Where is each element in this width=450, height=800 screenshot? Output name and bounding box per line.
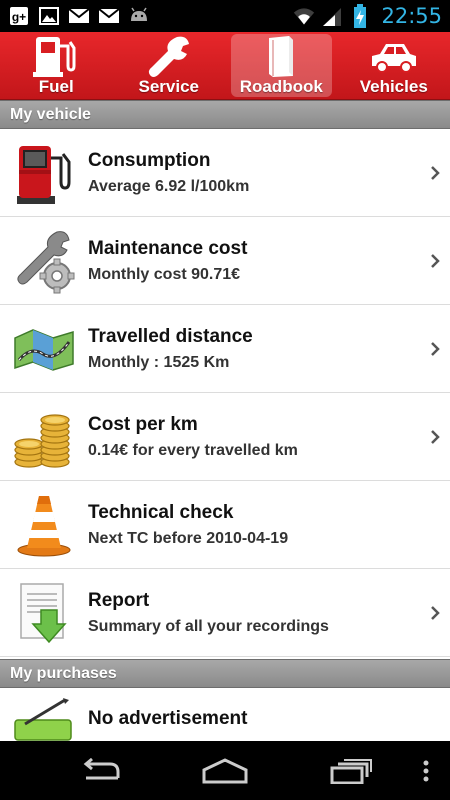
tab-bar: Fuel Service Roadbook Vehicles — [0, 32, 450, 100]
car-icon — [371, 44, 416, 73]
map-icon — [14, 328, 74, 371]
list-item-title: Cost per km — [88, 413, 198, 435]
back-icon[interactable] — [76, 753, 124, 789]
app-screen: g+ 22:55 Fuel Service Roadbook Vehicles … — [0, 0, 450, 800]
tab-vehicles-label: Vehicles — [359, 77, 428, 96]
wifi-icon — [293, 6, 315, 26]
tab-service[interactable]: Service — [113, 32, 226, 99]
list-item-no-advertisement[interactable]: No advertisement — [0, 688, 450, 748]
fuel-pump-icon — [33, 37, 76, 77]
list-item-technical-check[interactable]: Technical check Next TC before 2010-04-1… — [0, 481, 450, 569]
recent-apps-icon[interactable] — [328, 753, 374, 789]
tab-fuel[interactable]: Fuel — [0, 32, 113, 99]
coins-icon — [14, 413, 70, 468]
list-item-consumption[interactable]: Consumption Average 6.92 l/100km — [0, 129, 450, 217]
tab-roadbook-label: Roadbook — [239, 77, 323, 96]
fuel-pump-icon — [17, 145, 71, 204]
wrench-icon — [148, 36, 189, 77]
menu-icon[interactable] — [418, 753, 434, 789]
section-header-my-vehicle: My vehicle — [0, 100, 450, 129]
android-icon — [128, 6, 150, 26]
chevron-right-icon — [420, 429, 450, 445]
traffic-cone-icon — [17, 495, 71, 556]
clock: 22:55 — [381, 4, 442, 28]
image-icon — [38, 6, 60, 26]
pencil-bar-icon — [14, 698, 72, 741]
gmail-icon — [98, 6, 120, 26]
list-item-title: Report — [88, 589, 150, 611]
signal-icon — [321, 6, 343, 26]
home-icon[interactable] — [200, 753, 250, 789]
status-bar: g+ 22:55 — [0, 0, 450, 32]
list-item-subtitle: Average 6.92 l/100km — [88, 177, 250, 195]
list-item-maintenance-cost[interactable]: Maintenance cost Monthly cost 90.71€ — [0, 217, 450, 305]
list-item-cost-per-km[interactable]: Cost per km 0.14€ for every travelled km — [0, 393, 450, 481]
list-item-subtitle: Summary of all your recordings — [88, 617, 329, 635]
list-item-subtitle: 0.14€ for every travelled km — [88, 441, 298, 459]
battery-charging-icon — [349, 4, 371, 28]
svg-text:g+: g+ — [12, 10, 26, 24]
list-item-subtitle: Monthly cost 90.71€ — [88, 265, 241, 283]
chevron-right-icon — [420, 605, 450, 621]
list-item-title: Consumption — [88, 149, 211, 171]
gmail-icon — [68, 6, 90, 26]
section-title: My purchases — [10, 664, 117, 682]
chevron-right-icon — [420, 341, 450, 357]
list-item-subtitle: Next TC before 2010-04-19 — [88, 529, 289, 547]
list-item-title: Maintenance cost — [88, 237, 248, 259]
tab-service-label: Service — [138, 77, 200, 96]
list-item-travelled-distance[interactable]: Travelled distance Monthly : 1525 Km — [0, 305, 450, 393]
book-icon — [269, 36, 294, 77]
navigation-bar — [0, 741, 450, 800]
list-item-title: Travelled distance — [88, 325, 253, 347]
section-header-my-purchases: My purchases — [0, 659, 450, 688]
tab-vehicles[interactable]: Vehicles — [338, 32, 450, 99]
google-plus-icon: g+ — [8, 6, 30, 26]
chevron-right-icon — [420, 253, 450, 269]
tab-fuel-label: Fuel — [38, 77, 74, 96]
list-item-report[interactable]: Report Summary of all your recordings — [0, 569, 450, 657]
section-title: My vehicle — [10, 105, 91, 123]
report-download-icon — [20, 582, 67, 643]
list-item-title: Technical check — [88, 501, 234, 523]
chevron-right-icon — [420, 165, 450, 181]
wrench-gear-icon — [17, 230, 75, 293]
list-item-subtitle: Monthly : 1525 Km — [88, 353, 230, 371]
tab-roadbook[interactable]: Roadbook — [225, 32, 338, 99]
list-item-title: No advertisement — [88, 708, 248, 729]
